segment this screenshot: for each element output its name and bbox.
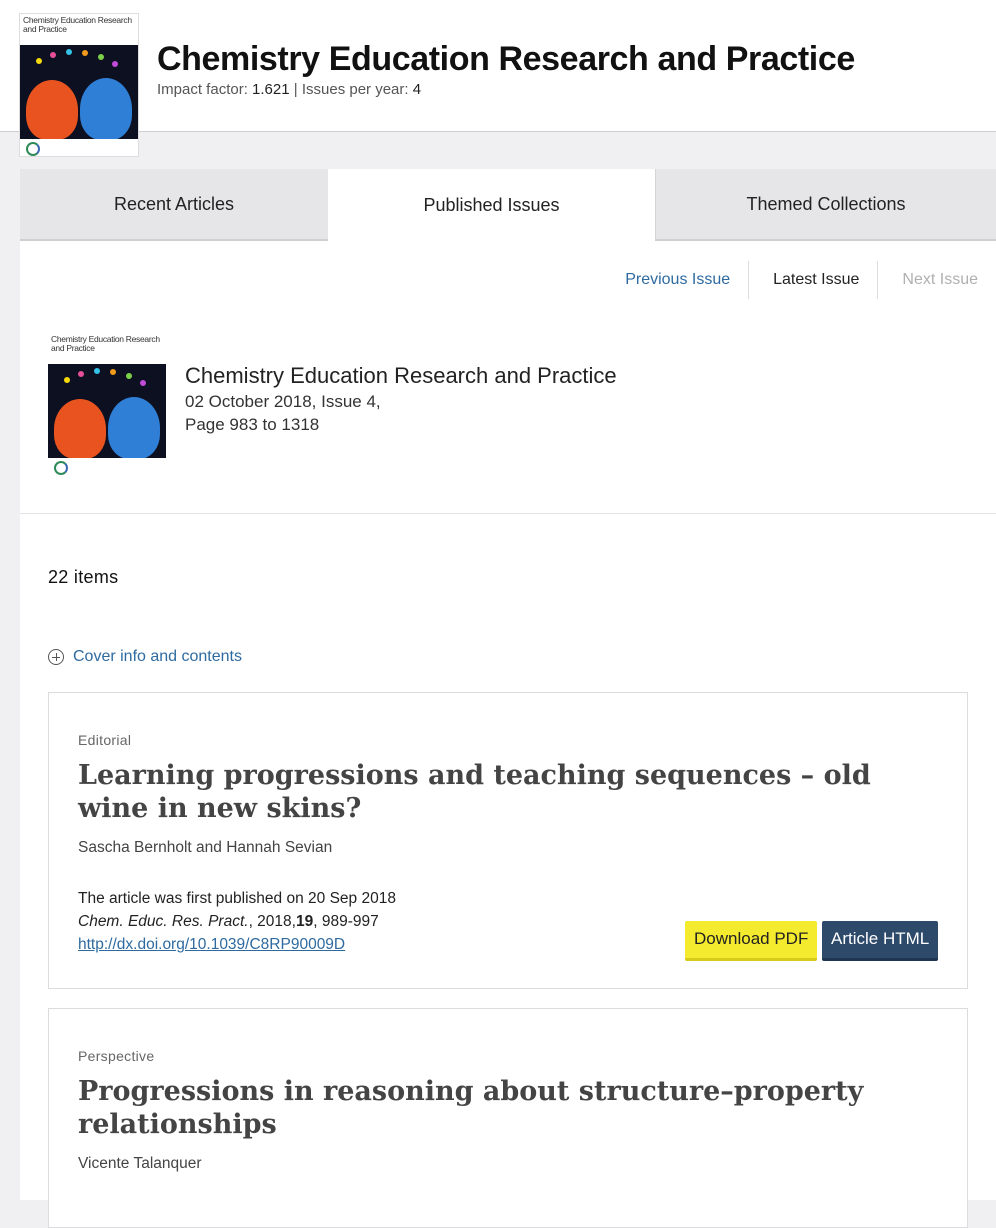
section-divider [20,513,996,514]
main-panel: Previous Issue Latest Issue Next Issue C… [20,241,996,1228]
cover-info-toggle[interactable]: Cover info and contents [48,648,242,666]
journal-tabs: Recent Articles Published Issues Themed … [20,169,996,241]
next-issue-link: Next Issue [877,261,996,299]
impact-factor-label: Impact factor: [157,81,248,98]
publisher-logo-icon [26,141,40,156]
citation-volume: 19 [295,913,314,930]
article-citation: Chem. Educ. Res. Pract., 2018,19, 989-99… [78,913,379,931]
tab-themed-collections[interactable]: Themed Collections [655,169,996,241]
doi-link[interactable]: http://dx.doi.org/10.1039/C8RP90009D [78,936,345,954]
citation-journal: Chem. Educ. Res. Pract. [78,913,249,930]
journal-cover-image: Chemistry Education Research and Practic… [20,14,138,156]
journal-title: Chemistry Education Research and Practic… [157,40,855,78]
issue-pages: Page 983 to 1318 [185,415,320,434]
journal-meta: Impact factor: 1.621 | Issues per year: … [157,81,421,98]
tab-recent-articles[interactable]: Recent Articles [20,169,328,241]
issue-navigation: Previous Issue Latest Issue Next Issue [625,261,996,299]
article-card: Editorial Learning progressions and teac… [48,692,968,989]
latest-issue-link[interactable]: Latest Issue [748,261,877,299]
issues-per-year-value: 4 [412,81,422,98]
previous-issue-link[interactable]: Previous Issue [625,261,748,299]
journal-header: Chemistry Education Research and Practic… [0,0,996,132]
cover-title-text: Chemistry Education Research and Practic… [48,333,166,365]
tab-published-issues[interactable]: Published Issues [328,169,655,241]
article-authors: Sascha Bernholt and Hannah Sevian [78,839,333,856]
items-count: 22 items [48,567,119,587]
issue-date: 02 October 2018, Issue 4, [185,392,381,411]
cover-info-label: Cover info and contents [73,648,242,665]
download-pdf-button[interactable]: Download PDF [685,921,818,961]
cover-title-text: Chemistry Education Research and Practic… [20,14,138,46]
citation-pages: , 989-997 [313,913,379,930]
article-authors: Vicente Talanquer [78,1155,202,1172]
article-title[interactable]: Learning progressions and teaching seque… [78,759,938,825]
citation-year: , 2018, [248,913,296,930]
article-type: Editorial [78,732,132,748]
article-card: Perspective Progressions in reasoning ab… [48,1008,968,1228]
meta-separator: | [293,81,298,98]
article-title[interactable]: Progressions in reasoning about structur… [78,1075,938,1141]
first-published: The article was first published on 20 Se… [78,890,396,907]
plus-circle-icon [48,649,64,665]
issue-cover-image: Chemistry Education Research and Practic… [48,333,166,475]
article-type: Perspective [78,1048,155,1064]
issues-per-year-label: Issues per year: [301,81,409,98]
issue-journal-title: Chemistry Education Research and Practic… [185,363,617,388]
publisher-logo-icon [54,460,68,475]
article-html-button[interactable]: Article HTML [822,921,939,961]
impact-factor-value: 1.621 [252,81,290,98]
